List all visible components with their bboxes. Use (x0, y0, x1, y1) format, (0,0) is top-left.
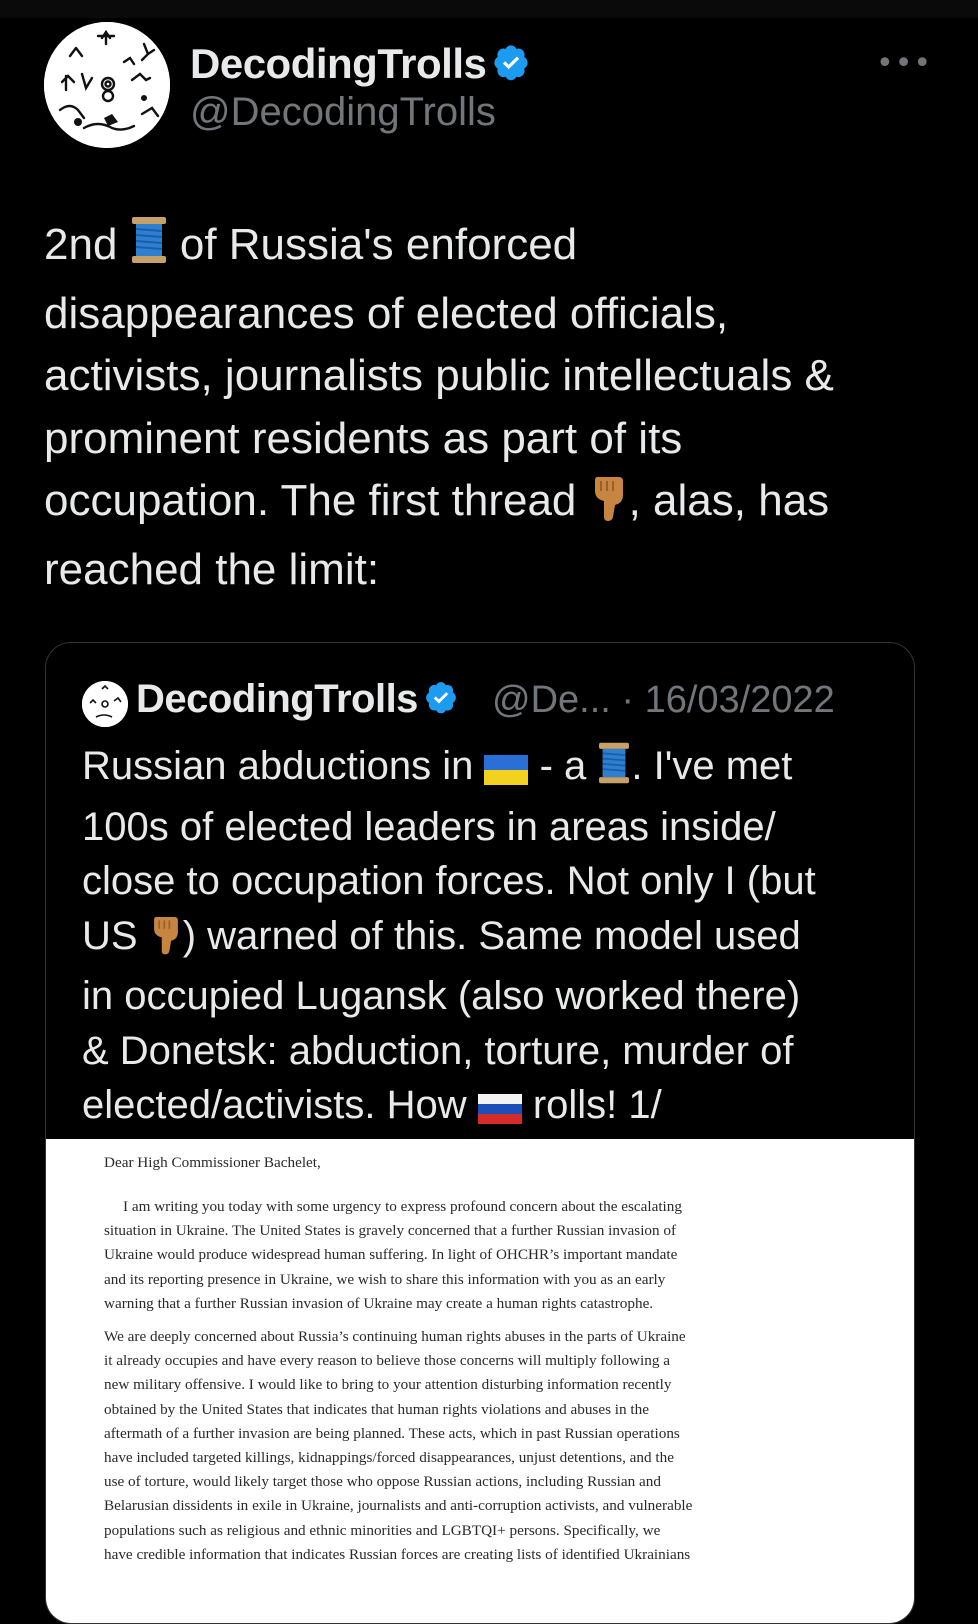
letter-paragraph-1: I am writing you today with some urgency… (104, 1195, 864, 1316)
quote-author-avatar[interactable] (82, 681, 128, 727)
ukraine-flag-icon (484, 745, 529, 800)
letter-line: Ukraine would produce widespread human s… (104, 1246, 678, 1264)
quoted-tweet-card[interactable]: DecodingTrolls @De... · 16/03/2022 Russi… (45, 642, 915, 1624)
quote-line: in occupied Lugansk (also worked there) (82, 974, 801, 1018)
author-name[interactable]: DecodingTrolls (190, 40, 487, 87)
status-bar (0, 0, 978, 18)
tweet-line: occupation. The first thread , alas, has (44, 470, 944, 539)
letter-line: new military offensive. I would like to … (104, 1376, 672, 1394)
tweet-line: disappearances of elected officials, (44, 288, 729, 338)
author-name-row[interactable]: DecodingTrolls (190, 40, 530, 91)
tweet-text: 2nd of Russia's enforced disappearances … (44, 214, 944, 601)
letter-line: aftermath of a further invasion are bein… (104, 1424, 680, 1442)
spool-icon (597, 741, 631, 800)
quote-line: US ) warned of this. Same model used (82, 909, 882, 970)
attached-letter-image[interactable]: Dear High Commissioner Bachelet, I am wr… (46, 1139, 914, 1623)
quote-text: Russian abductions in - a . I've met 100… (82, 739, 882, 1139)
letter-line: and its reporting presence in Ukraine, w… (104, 1270, 666, 1288)
letter-line: warning that a further Russian invasion … (104, 1294, 654, 1312)
letter-salutation: Dear High Commissioner Bachelet, (104, 1154, 321, 1171)
tweet-line: prominent residents as part of its (44, 413, 683, 463)
tweet-line: 2nd of Russia's enforced (44, 214, 944, 283)
petroglyph-avatar-icon (82, 681, 128, 727)
russia-flag-icon (477, 1084, 522, 1139)
tweet-line: reached the limit: (44, 544, 380, 594)
letter-line: populations such as religious and ethnic… (104, 1521, 661, 1539)
tweet-line: activists, journalists public intellectu… (44, 351, 834, 400)
more-options-icon[interactable]: ••• (876, 46, 932, 81)
letter-line: have included targeted killings, kidnapp… (104, 1449, 674, 1467)
quote-line: 100s of elected leaders in areas inside/ (82, 804, 776, 849)
letter-line: We are deeply concerned about Russia’s c… (104, 1328, 686, 1345)
letter-line: it already occupies and have every reaso… (104, 1352, 670, 1370)
author-handle[interactable]: @DecodingTrolls (190, 90, 496, 135)
author-avatar[interactable] (44, 22, 170, 148)
quote-line: & Donetsk: abduction, torture, murder of (82, 1028, 794, 1073)
letter-line: have credible information that indicates… (104, 1545, 691, 1563)
verified-badge-icon (492, 43, 530, 91)
petroglyph-avatar-icon (44, 22, 170, 148)
quote-line: Russian abductions in - a . I've met (82, 739, 882, 800)
letter-line: I am writing you today with some urgency… (104, 1198, 682, 1215)
letter-line: use of torture, would likely target thos… (104, 1473, 661, 1491)
quote-author-name-row[interactable]: DecodingTrolls (136, 677, 458, 724)
quote-author-name[interactable]: DecodingTrolls (136, 677, 418, 721)
quote-author-handle-date[interactable]: @De... · 16/03/2022 (492, 679, 835, 722)
quote-line: close to occupation forces. Not only I (… (82, 859, 816, 903)
letter-line: obtained by the United States that indic… (104, 1400, 649, 1418)
spool-icon (130, 215, 168, 283)
pointing-down-icon (149, 913, 183, 970)
letter-paragraph-2: We are deeply concerned about Russia’s c… (104, 1325, 864, 1567)
verified-badge-icon (424, 679, 458, 724)
letter-line: situation in Ukraine. The United States … (104, 1222, 677, 1240)
letter-line: Belarusian dissidents in exile in Ukrain… (104, 1497, 693, 1515)
pointing-down-icon (589, 473, 629, 539)
quote-line: elected/activists. How rolls! 1/ (82, 1078, 882, 1139)
